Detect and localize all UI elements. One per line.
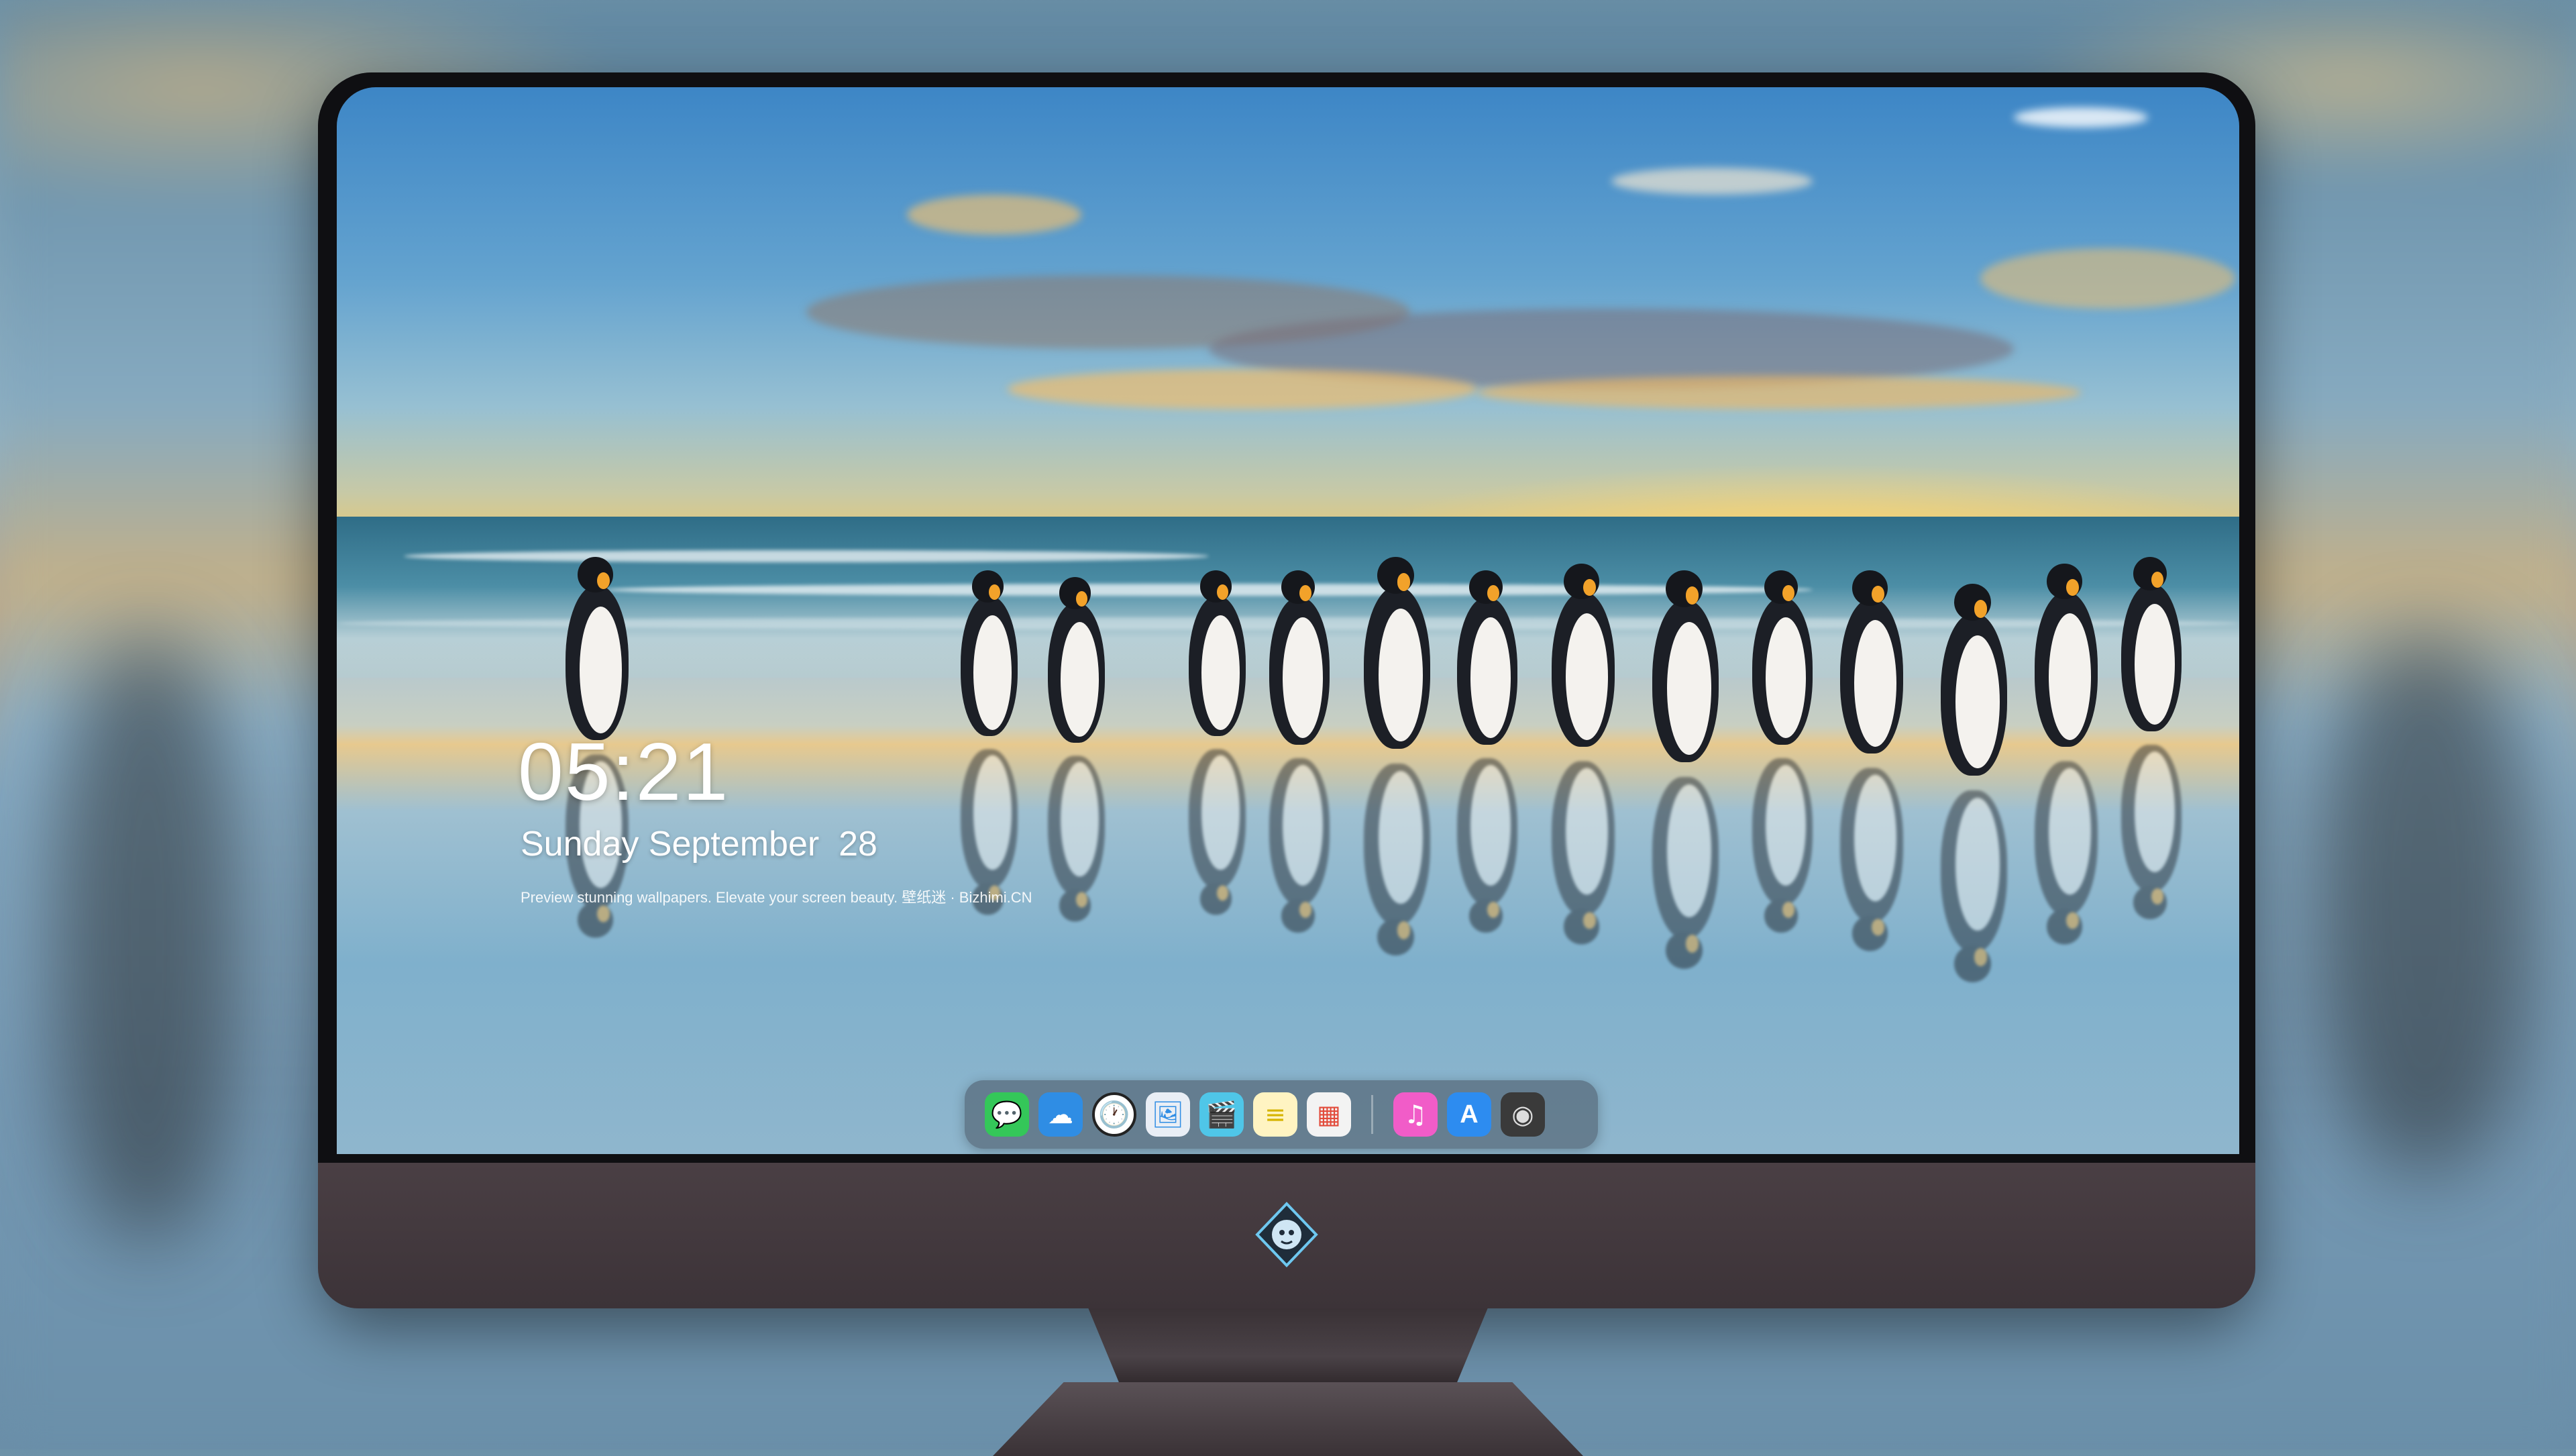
messages-icon[interactable]: 💬 — [985, 1092, 1029, 1137]
cloud — [1477, 376, 2081, 409]
penguin — [1041, 577, 1112, 749]
penguin-reflection — [1645, 770, 1726, 969]
penguin-reflection — [1450, 751, 1524, 933]
penguin-reflection — [1544, 754, 1622, 944]
penguin-reflection — [1041, 749, 1112, 921]
preview-icon[interactable]: 🖼 — [1146, 1092, 1190, 1137]
photo-booth-icon[interactable]: ▦ — [1307, 1092, 1351, 1137]
lock-screen[interactable]: 05:21 Sunday September 28 Preview stunni… — [337, 87, 2239, 1154]
blurred-penguin-left — [54, 637, 241, 1241]
penguin — [1544, 564, 1622, 754]
cloud — [907, 195, 1081, 235]
penguin — [1356, 557, 1438, 756]
penguin-reflection — [2114, 738, 2188, 919]
weather-icon[interactable]: ☁ — [1038, 1092, 1083, 1137]
penguin — [1182, 570, 1252, 743]
dock: 💬 ☁ 🕐 🖼 🎬 ≡ ▦ ♫ A ◉ — [965, 1080, 1598, 1149]
notes-icon[interactable]: ≡ — [1253, 1092, 1297, 1137]
penguin-reflection — [1933, 783, 2015, 982]
music-icon[interactable]: ♫ — [1393, 1092, 1438, 1137]
penguin — [1645, 570, 1726, 770]
penguin-reflection — [1182, 743, 1252, 915]
penguin-reflection — [1356, 756, 1438, 955]
monitor-stand-neck — [1088, 1308, 1488, 1389]
camera-icon[interactable]: ◉ — [1501, 1092, 1545, 1137]
penguin — [1746, 570, 1819, 751]
wave — [404, 550, 1209, 562]
cloud — [1008, 369, 1477, 409]
penguin-reflection — [1263, 751, 1336, 933]
clips-icon[interactable]: 🎬 — [1199, 1092, 1244, 1137]
cloud — [1980, 248, 2235, 309]
penguin — [954, 570, 1024, 743]
penguin — [558, 557, 636, 747]
penguin — [1450, 570, 1524, 751]
monitor-stand-base — [993, 1382, 1583, 1456]
penguin — [2114, 557, 2188, 738]
penguin — [1263, 570, 1336, 751]
penguin — [1933, 584, 2015, 783]
penguin-reflection — [2027, 754, 2105, 944]
brand-logo-icon — [1255, 1202, 1318, 1267]
lock-screen-time: 05:21 — [518, 726, 730, 817]
lock-screen-date: Sunday September 28 — [521, 825, 877, 864]
penguin-reflection — [1833, 761, 1911, 951]
blurred-penguin-right — [2314, 637, 2536, 1174]
lock-screen-tagline: Preview stunning wallpapers. Elevate you… — [521, 889, 1032, 906]
monitor-chin — [318, 1163, 2255, 1308]
app-store-icon[interactable]: A — [1447, 1092, 1491, 1137]
penguin — [1833, 570, 1911, 761]
penguin — [2027, 564, 2105, 754]
dock-separator — [1371, 1095, 1373, 1134]
cloud — [2014, 107, 2148, 127]
clock-icon[interactable]: 🕐 — [1092, 1092, 1136, 1137]
cloud — [1611, 168, 1813, 195]
penguin-reflection — [1746, 751, 1819, 933]
